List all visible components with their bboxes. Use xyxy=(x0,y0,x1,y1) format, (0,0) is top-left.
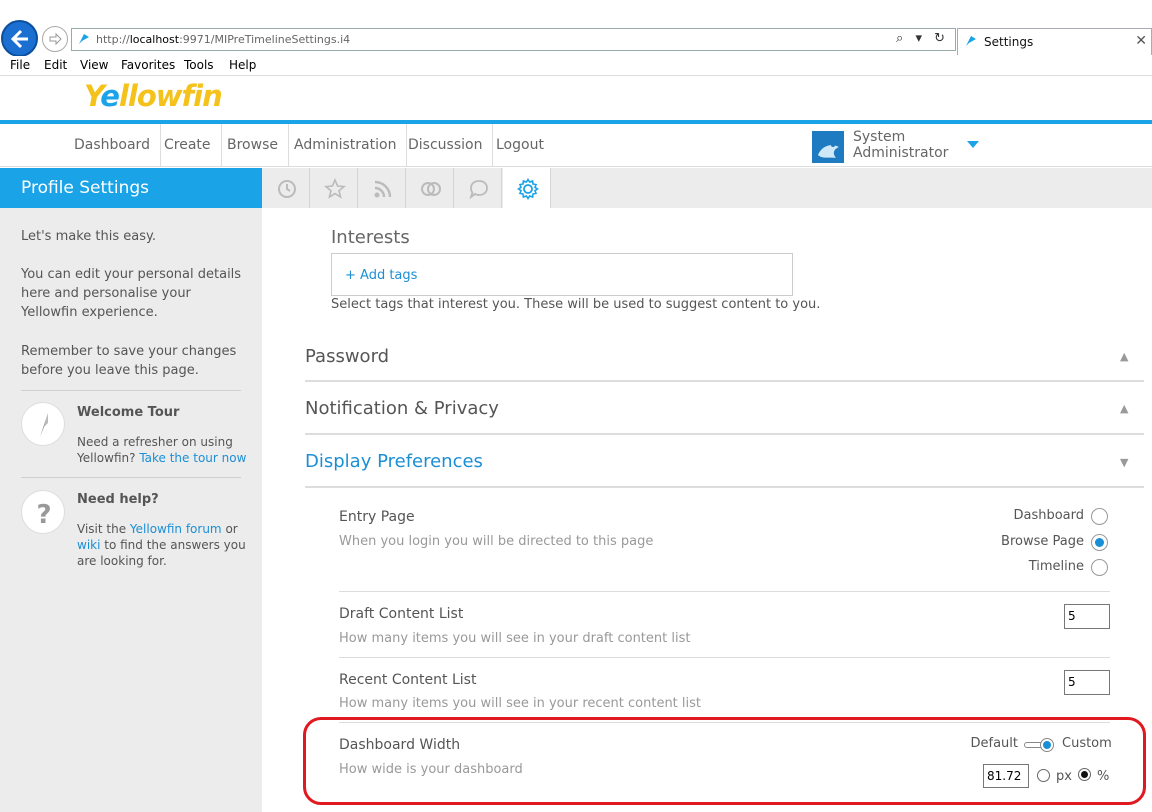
sidebar-intro-3: Remember to save your changes before you… xyxy=(21,344,237,378)
menu-file[interactable]: File xyxy=(10,58,30,72)
draft-count-input[interactable]: 5 xyxy=(1064,604,1110,629)
tab-groups[interactable] xyxy=(406,168,454,208)
tab-discussions[interactable] xyxy=(454,168,502,208)
close-icon[interactable]: ✕ xyxy=(1135,33,1147,49)
recent-count-input[interactable]: 5 xyxy=(1064,670,1110,695)
draft-list-help: How many items you will see in your draf… xyxy=(339,631,691,646)
tags-input[interactable]: + Add tags xyxy=(331,253,793,296)
entry-radio-dashboard[interactable] xyxy=(1091,508,1108,525)
tab-subscriptions[interactable] xyxy=(358,168,406,208)
menu-bar: File Edit View Favorites Tools Help xyxy=(0,56,1152,76)
chevron-down-icon[interactable]: ▼ xyxy=(1120,456,1128,469)
menu-help[interactable]: Help xyxy=(229,58,256,72)
nav-browse[interactable]: Browse xyxy=(217,124,289,167)
entry-option-label: Timeline xyxy=(1028,559,1084,574)
entry-page-help: When you login you will be directed to t… xyxy=(339,534,654,549)
annotation-highlight xyxy=(303,717,1146,805)
entry-option-label: Dashboard xyxy=(1013,508,1084,523)
sidebar-intro-2: You can edit your personal details here … xyxy=(21,267,242,320)
browser-tab[interactable]: Settings ✕ xyxy=(957,28,1152,55)
nav-dashboard[interactable]: Dashboard xyxy=(64,124,161,167)
help-badge: ? xyxy=(21,490,65,534)
arrow-left-icon xyxy=(10,29,28,49)
menu-edit[interactable]: Edit xyxy=(44,58,67,72)
address-tools-icon[interactable]: ⌕ ▾ ↻ xyxy=(896,31,949,46)
forum-link[interactable]: Yellowfin forum xyxy=(130,522,222,536)
draft-list-label: Draft Content List xyxy=(339,606,464,622)
sidebar-divider xyxy=(21,390,241,391)
forward-button[interactable] xyxy=(42,26,68,52)
sidebar-intro-1: Let's make this easy. xyxy=(21,229,156,244)
interests-heading: Interests xyxy=(331,227,410,248)
history-icon xyxy=(278,180,296,198)
take-tour-link[interactable]: Take the tour now xyxy=(139,451,246,465)
menu-tools[interactable]: Tools xyxy=(184,58,214,72)
section-notification-privacy[interactable]: Notification & Privacy xyxy=(305,398,499,419)
section-divider xyxy=(305,486,1144,488)
address-url: http://localhost:9971/MIPreTimelineSetti… xyxy=(96,33,351,46)
welcome-tour-title: Welcome Tour xyxy=(77,405,180,420)
back-button[interactable] xyxy=(1,20,38,57)
entry-page-label: Entry Page xyxy=(339,509,415,525)
recent-list-help: How many items you will see in your rece… xyxy=(339,696,702,711)
section-divider xyxy=(305,380,1144,382)
compass-icon xyxy=(40,413,48,437)
tab-history[interactable] xyxy=(262,168,310,208)
arrow-right-icon xyxy=(49,32,62,46)
nav-discussion[interactable]: Discussion xyxy=(398,124,494,167)
sidebar-divider xyxy=(21,477,241,478)
user-name[interactable]: System Administrator xyxy=(853,129,948,161)
welcome-tour-text: Need a refresher on using Yellowfin? Tak… xyxy=(77,435,247,465)
chevron-up-icon[interactable]: ▲ xyxy=(1120,350,1128,363)
user-menu-caret-icon[interactable] xyxy=(967,141,979,148)
tab-favourites[interactable] xyxy=(310,168,358,208)
svg-text:?: ? xyxy=(36,500,51,530)
section-display-preferences[interactable]: Display Preferences xyxy=(305,451,483,472)
site-icon xyxy=(79,34,89,44)
gear-icon xyxy=(517,178,539,200)
add-tags-link[interactable]: + Add tags xyxy=(345,268,417,283)
comment-icon xyxy=(469,180,488,200)
interests-help: Select tags that interest you. These wil… xyxy=(331,297,821,312)
entry-option-label: Browse Page xyxy=(1001,534,1084,549)
pref-divider xyxy=(339,657,1110,658)
section-divider xyxy=(305,433,1144,435)
entry-radio-browse-page[interactable] xyxy=(1091,534,1108,551)
section-password[interactable]: Password xyxy=(305,346,389,367)
rss-icon xyxy=(374,180,392,198)
yellowfin-logo[interactable]: Yellowfin xyxy=(84,79,223,113)
tab-title: Settings xyxy=(984,35,1034,49)
rings-icon xyxy=(421,182,441,196)
sidebar-title: Profile Settings xyxy=(0,168,262,208)
user-avatar-icon xyxy=(818,143,839,158)
menu-view[interactable]: View xyxy=(80,58,108,72)
nav-create[interactable]: Create xyxy=(154,124,222,167)
chevron-up-icon[interactable]: ▲ xyxy=(1120,402,1128,415)
help-text: Visit the Yellowfin forum or wiki to fin… xyxy=(77,522,246,568)
recent-list-label: Recent Content List xyxy=(339,672,477,688)
wiki-link[interactable]: wiki xyxy=(77,538,100,552)
star-icon xyxy=(324,178,346,199)
welcome-tour-badge xyxy=(21,402,65,446)
pref-divider xyxy=(339,591,1110,592)
tab-site-icon xyxy=(966,36,976,46)
avatar[interactable] xyxy=(812,131,844,163)
help-title: Need help? xyxy=(77,492,159,507)
entry-radio-timeline[interactable] xyxy=(1091,559,1108,576)
nav-logout[interactable]: Logout xyxy=(486,124,554,167)
address-bar[interactable]: http://localhost:9971/MIPreTimelineSetti… xyxy=(71,28,956,51)
tab-settings[interactable] xyxy=(503,168,551,208)
question-icon: ? xyxy=(36,500,51,530)
menu-favorites[interactable]: Favorites xyxy=(121,58,175,72)
nav-administration[interactable]: Administration xyxy=(284,124,408,167)
